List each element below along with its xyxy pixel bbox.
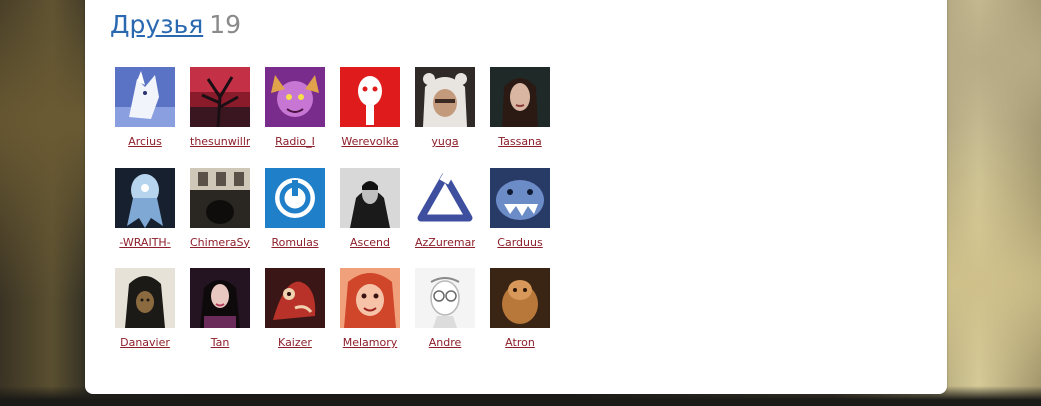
friend-item[interactable]: Danavier [107, 268, 182, 369]
friend-name[interactable]: ChimeraSyb [190, 236, 250, 250]
friend-item[interactable]: Ascend [332, 167, 407, 269]
friend-name[interactable]: yuga [415, 135, 475, 149]
hooded-witch-avatar-icon[interactable] [115, 268, 175, 328]
blue-monster-avatar-icon[interactable] [490, 167, 550, 228]
friend-name[interactable]: thesunwillne [190, 135, 250, 149]
white-dragon-avatar-icon[interactable] [115, 67, 175, 127]
dark-figure-avatar-icon[interactable] [340, 167, 400, 228]
red-hair-girl-avatar-icon[interactable] [340, 268, 400, 328]
friend-item[interactable]: thesunwillne [182, 67, 257, 168]
friend-name[interactable]: Carduus [490, 236, 550, 250]
friends-heading: Друзья 19 [110, 10, 241, 40]
friend-name[interactable]: Werevolka [340, 135, 400, 149]
friend-name[interactable]: Ascend [340, 236, 400, 250]
friend-name[interactable]: Tassana [490, 135, 550, 149]
triangle-logo-avatar-icon[interactable] [415, 167, 475, 228]
friends-panel: Друзья19 Arcius thesunwillne Radio_I [85, 0, 947, 394]
friend-item[interactable]: -WRAITH- [107, 167, 182, 269]
friend-item[interactable]: ChimeraSyb [182, 167, 257, 269]
dark-tree-avatar-icon[interactable] [190, 67, 250, 127]
friend-item[interactable]: Tassana [482, 67, 557, 168]
friend-name[interactable]: Kaizer [265, 336, 325, 350]
friend-item[interactable]: yuga [407, 67, 482, 168]
friend-item[interactable]: Romulas [257, 167, 332, 269]
friend-name[interactable]: -WRAITH- [115, 236, 175, 250]
friend-item[interactable]: Melamory [332, 268, 407, 369]
blue-power-logo-avatar-icon[interactable] [265, 167, 325, 228]
bronze-creature-avatar-icon[interactable] [490, 268, 550, 328]
red-beast-avatar-icon[interactable] [265, 268, 325, 328]
friend-item[interactable]: Carduus [482, 167, 557, 269]
friend-name[interactable]: Atron [490, 336, 550, 350]
friends-link[interactable]: Друзья [110, 10, 203, 39]
woman-portrait-avatar-icon[interactable] [490, 67, 550, 127]
friend-item[interactable]: Kaizer [257, 268, 332, 369]
friend-name[interactable]: Arcius [115, 135, 175, 149]
friend-name[interactable]: Radio_I [265, 135, 325, 149]
dark-hair-woman-avatar-icon[interactable] [190, 268, 250, 328]
friend-item[interactable]: AzZureman [407, 167, 482, 269]
white-spirit-mask-avatar-icon[interactable] [340, 67, 400, 127]
friend-item[interactable]: Radio_I [257, 67, 332, 168]
friends-grid: Arcius thesunwillne Radio_I Werevolka [107, 67, 567, 369]
friend-item[interactable]: Werevolka [332, 67, 407, 168]
dark-room-avatar-icon[interactable] [190, 167, 250, 228]
friend-item[interactable]: Andre [407, 268, 482, 369]
purple-character-avatar-icon[interactable] [265, 67, 325, 127]
friend-item[interactable]: Tan [182, 268, 257, 369]
friend-item[interactable]: Arcius [107, 67, 182, 168]
friend-name[interactable]: Andre [415, 336, 475, 350]
friend-name[interactable]: Melamory [340, 336, 400, 350]
blue-ghost-avatar-icon[interactable] [115, 167, 175, 228]
friend-item[interactable]: Atron [482, 268, 557, 369]
friend-name[interactable]: Tan [190, 336, 250, 350]
friend-name[interactable]: Romulas [265, 236, 325, 250]
friend-name[interactable]: AzZureman [415, 236, 475, 250]
friend-name[interactable]: Danavier [115, 336, 175, 350]
bear-hood-avatar-icon[interactable] [415, 67, 475, 127]
friends-count: 19 [209, 10, 242, 39]
glasses-man-sketch-avatar-icon[interactable] [415, 268, 475, 328]
